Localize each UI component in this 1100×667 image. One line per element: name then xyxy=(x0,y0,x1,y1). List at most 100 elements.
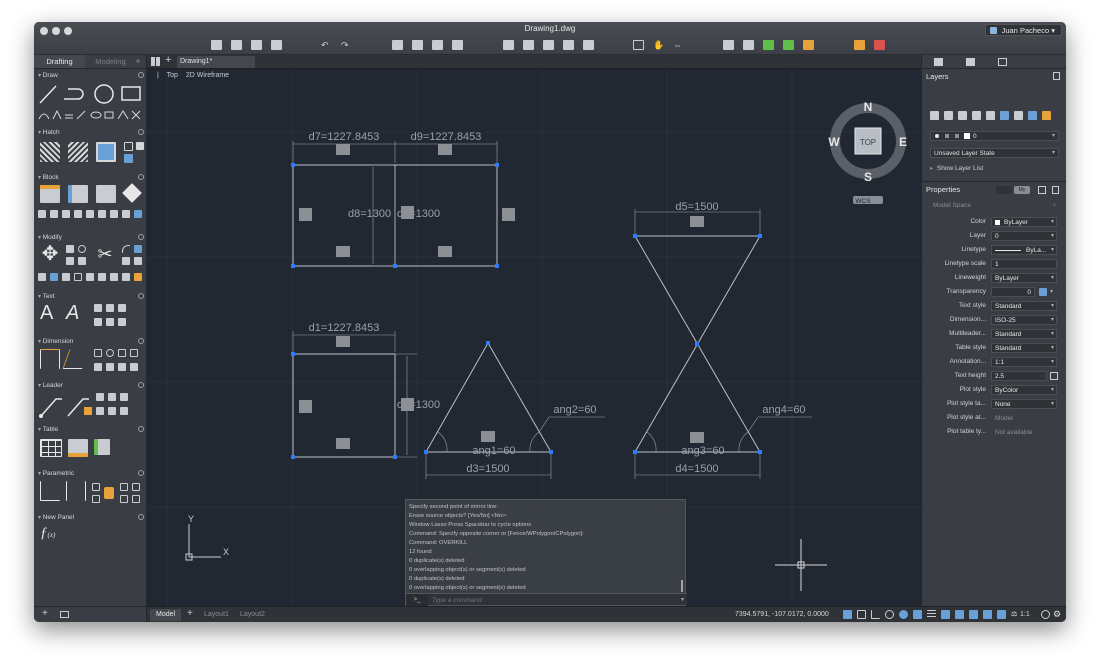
param-small-icon-5[interactable] xyxy=(120,495,128,503)
dim-ang1[interactable]: ang1=60 xyxy=(472,445,515,457)
modify-small-icon-7[interactable] xyxy=(110,273,118,281)
orbit-icon[interactable]: ⇔ xyxy=(673,40,684,50)
properties-tab-icon[interactable] xyxy=(998,58,1007,66)
view-control[interactable]: Top xyxy=(167,72,178,79)
spline-tool-icon[interactable] xyxy=(52,109,62,120)
table-tool-icon[interactable] xyxy=(40,439,62,457)
fillet-tool-icon[interactable] xyxy=(122,245,130,253)
isolate-icon[interactable] xyxy=(783,40,794,50)
block-small-icon-5[interactable] xyxy=(86,210,94,218)
block-small-icon-1[interactable] xyxy=(38,210,46,218)
prop-value-color[interactable]: ByLayer xyxy=(991,217,1057,227)
open-file-icon[interactable] xyxy=(231,40,242,50)
region-tool-icon[interactable] xyxy=(104,111,114,119)
section-header[interactable]: Leader xyxy=(34,381,147,390)
new-file-icon[interactable] xyxy=(211,40,222,50)
selection-cycling-icon[interactable] xyxy=(955,610,964,619)
mline-tool-icon[interactable] xyxy=(65,114,73,119)
folder-icon[interactable] xyxy=(543,40,554,50)
layer-lock-icon[interactable] xyxy=(986,111,995,120)
drawing-canvas[interactable]: d7=1227.8453 d9=1227.8453 d8=1300 d6=130… xyxy=(147,69,921,606)
pan-icon[interactable]: ✋ xyxy=(653,40,664,50)
text-small-icon-5[interactable] xyxy=(106,318,114,326)
layer-properties-icon[interactable] xyxy=(930,111,939,120)
workspace-icon[interactable] xyxy=(1041,610,1050,619)
blocks-tab-icon[interactable] xyxy=(966,58,975,66)
measure-icon[interactable] xyxy=(803,40,814,50)
annotation-visibility-icon[interactable] xyxy=(983,610,992,619)
selection-context[interactable]: Model Space ▾ xyxy=(930,200,1059,211)
polygon-tool-icon[interactable] xyxy=(117,110,129,120)
undo-icon[interactable]: ↶ xyxy=(321,40,332,50)
section-header[interactable]: New Panel xyxy=(34,513,147,522)
dimensional-constraint-icon[interactable] xyxy=(66,481,86,501)
region-icon[interactable] xyxy=(124,142,133,151)
dim-small-icon-4[interactable] xyxy=(130,349,138,357)
current-layer-dropdown[interactable]: 0 xyxy=(930,131,1059,141)
save-as-icon[interactable] xyxy=(271,40,282,50)
dim-small-icon-7[interactable] xyxy=(118,363,126,371)
param-small-icon-6[interactable] xyxy=(132,495,140,503)
layer-toolbar-icon[interactable] xyxy=(743,40,754,50)
stretch-tool-icon[interactable] xyxy=(78,257,86,265)
create-block-icon[interactable] xyxy=(68,185,88,203)
xref-icon[interactable] xyxy=(503,40,514,50)
annotation-scale-icon[interactable]: ⚖ xyxy=(1011,610,1020,619)
command-history-dropdown-icon[interactable]: ▾ xyxy=(681,594,684,606)
leader-style-icon[interactable] xyxy=(84,407,92,415)
compass-e[interactable]: E xyxy=(899,135,907,149)
prop-value-plot-style-table[interactable]: None xyxy=(991,399,1057,409)
arc-tool-icon[interactable] xyxy=(38,113,50,120)
gear-icon[interactable] xyxy=(138,293,144,299)
param-small-icon-1[interactable] xyxy=(92,483,100,491)
section-header[interactable]: Table xyxy=(34,425,147,434)
dim-ang2[interactable]: ang2=60 xyxy=(553,404,596,416)
array-tool-icon[interactable] xyxy=(134,245,142,253)
tab-layout2[interactable]: Layout2 xyxy=(240,609,265,621)
plot-icon[interactable] xyxy=(392,40,403,50)
multileader-icon[interactable] xyxy=(40,398,62,417)
prop-value-text-style[interactable]: Standard xyxy=(991,301,1057,311)
page-setup-icon[interactable] xyxy=(432,40,443,50)
leader-small-icon-1[interactable] xyxy=(96,393,104,401)
rotate2-tool-icon[interactable] xyxy=(78,245,86,253)
object-snap-tracking-icon[interactable] xyxy=(913,610,922,619)
grid-toggle-icon[interactable] xyxy=(843,610,852,619)
layers-tab-icon[interactable] xyxy=(934,58,943,66)
text-small-icon-1[interactable] xyxy=(94,304,102,312)
prop-value-table-style[interactable]: Standard xyxy=(991,343,1057,353)
leader-small-icon-2[interactable] xyxy=(108,393,116,401)
link-data-icon[interactable] xyxy=(94,439,110,455)
section-header[interactable]: Block xyxy=(34,173,147,182)
modify-small-icon-5[interactable] xyxy=(86,273,94,281)
new-tab-icon[interactable]: + xyxy=(165,54,171,66)
text-small-icon-2[interactable] xyxy=(106,304,114,312)
select-icon[interactable] xyxy=(633,40,644,50)
text-small-icon-4[interactable] xyxy=(94,318,102,326)
tab-modeling[interactable]: Modeling xyxy=(85,55,136,68)
single-line-text-icon[interactable]: A xyxy=(66,300,79,326)
ortho-toggle-icon[interactable] xyxy=(871,610,880,619)
dim-small-icon-5[interactable] xyxy=(94,363,102,371)
section-header[interactable]: Parametric xyxy=(34,469,147,478)
visual-style-control[interactable]: 2D Wireframe xyxy=(186,72,229,79)
collapse-palette-icon[interactable]: « xyxy=(136,55,146,68)
gear-icon[interactable] xyxy=(138,72,144,78)
rotate-tool-icon[interactable] xyxy=(66,245,74,253)
palette-options-icon[interactable] xyxy=(60,611,69,618)
snap-toggle-icon[interactable] xyxy=(857,610,866,619)
redo-icon[interactable]: ↷ xyxy=(341,40,352,50)
dim-ang3[interactable]: ang3=60 xyxy=(681,445,724,457)
tab-layout1[interactable]: Layout1 xyxy=(204,609,229,621)
text-height-picker-icon[interactable] xyxy=(1050,372,1058,380)
modify-small-icon-2[interactable] xyxy=(50,273,58,281)
section-header[interactable]: Dimension xyxy=(34,337,147,346)
dim-d8[interactable]: d8=1300 xyxy=(348,208,391,220)
gear-icon[interactable] xyxy=(138,174,144,180)
polar-toggle-icon[interactable] xyxy=(885,610,894,619)
prop-value-linetype-scale[interactable]: 1 xyxy=(991,259,1057,269)
modify-small-icon-1[interactable] xyxy=(38,273,46,281)
leader-small-icon-4[interactable] xyxy=(96,407,104,415)
settings-gear-icon[interactable]: ⚙ xyxy=(1053,610,1062,619)
mirror-tool-icon[interactable] xyxy=(122,257,130,265)
